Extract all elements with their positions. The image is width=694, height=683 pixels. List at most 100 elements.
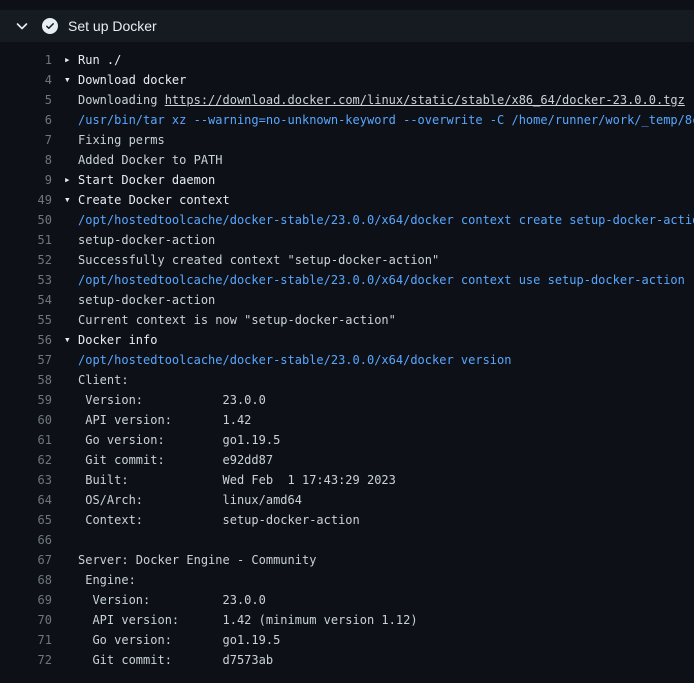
- arrow-slot: [64, 450, 78, 470]
- log-line[interactable]: 49▾Create Docker context: [0, 190, 694, 210]
- line-number[interactable]: 7: [0, 130, 52, 150]
- log-line: 63 Built: Wed Feb 1 17:43:29 2023: [0, 470, 694, 490]
- line-number[interactable]: 8: [0, 150, 52, 170]
- log-text: /usr/bin/tar xz --warning=no-unknown-key…: [78, 110, 694, 130]
- line-number[interactable]: 49: [0, 190, 52, 210]
- line-number[interactable]: 59: [0, 390, 52, 410]
- line-number[interactable]: 72: [0, 650, 52, 670]
- line-number[interactable]: 54: [0, 290, 52, 310]
- line-number[interactable]: 50: [0, 210, 52, 230]
- log-text: Version: 23.0.0: [78, 390, 266, 410]
- line-number[interactable]: 1: [0, 50, 52, 70]
- line-number[interactable]: 9: [0, 170, 52, 190]
- triangle-down-icon[interactable]: ▾: [64, 70, 78, 90]
- line-number[interactable]: 53: [0, 270, 52, 290]
- log-text: setup-docker-action: [78, 230, 215, 250]
- log-line: 54 setup-docker-action: [0, 290, 694, 310]
- line-number[interactable]: 55: [0, 310, 52, 330]
- line-number[interactable]: 6: [0, 110, 52, 130]
- line-number[interactable]: 4: [0, 70, 52, 90]
- line-number[interactable]: 68: [0, 570, 52, 590]
- log-line: 51 setup-docker-action: [0, 230, 694, 250]
- line-number[interactable]: 71: [0, 630, 52, 650]
- line-number[interactable]: 70: [0, 610, 52, 630]
- log-console[interactable]: 1▸Run ./4▾Download docker5Downloading ht…: [0, 42, 694, 670]
- log-line: 59 Version: 23.0.0: [0, 390, 694, 410]
- line-number[interactable]: 60: [0, 410, 52, 430]
- chevron-down-icon[interactable]: [14, 18, 30, 34]
- log-text: Context: setup-docker-action: [78, 510, 360, 530]
- log-line: 68 Engine:: [0, 570, 694, 590]
- log-text: Fixing perms: [78, 130, 165, 150]
- arrow-slot: [64, 210, 78, 230]
- line-number[interactable]: 56: [0, 330, 52, 350]
- line-number[interactable]: 65: [0, 510, 52, 530]
- step-header[interactable]: Set up Docker: [0, 10, 694, 42]
- arrow-slot: [64, 530, 78, 550]
- log-line: 55Current context is now "setup-docker-a…: [0, 310, 694, 330]
- arrow-slot: [64, 390, 78, 410]
- log-line[interactable]: 56 ▾Docker info: [0, 330, 694, 350]
- triangle-down-icon[interactable]: ▾: [64, 330, 78, 350]
- arrow-slot: [64, 230, 78, 250]
- arrow-slot: [64, 310, 78, 330]
- log-text: /opt/hostedtoolcache/docker-stable/23.0.…: [78, 210, 694, 230]
- line-number[interactable]: 58: [0, 370, 52, 390]
- triangle-down-icon[interactable]: ▾: [64, 190, 78, 210]
- check-circle-icon: [42, 18, 58, 34]
- log-line: 8 Added Docker to PATH: [0, 150, 694, 170]
- triangle-right-icon[interactable]: ▸: [64, 50, 78, 70]
- arrow-slot: [64, 270, 78, 290]
- line-number[interactable]: 64: [0, 490, 52, 510]
- log-line: 52Successfully created context "setup-do…: [0, 250, 694, 270]
- line-number[interactable]: 69: [0, 590, 52, 610]
- log-line: 64 OS/Arch: linux/amd64: [0, 490, 694, 510]
- log-text: API version: 1.42: [78, 410, 251, 430]
- arrow-slot: [64, 490, 78, 510]
- line-number[interactable]: 5: [0, 90, 52, 110]
- log-line: 65 Context: setup-docker-action: [0, 510, 694, 530]
- log-text: Server: Docker Engine - Community: [78, 550, 316, 570]
- log-line: 5Downloading https://download.docker.com…: [0, 90, 694, 110]
- log-text: Added Docker to PATH: [78, 150, 223, 170]
- arrow-slot: [64, 570, 78, 590]
- arrow-slot: [64, 90, 78, 110]
- log-text: Docker info: [78, 330, 157, 350]
- arrow-slot: [64, 650, 78, 670]
- arrow-slot: [64, 370, 78, 390]
- line-number[interactable]: 57: [0, 350, 52, 370]
- line-number[interactable]: 52: [0, 250, 52, 270]
- arrow-slot: [64, 110, 78, 130]
- log-line: 61 Go version: go1.19.5: [0, 430, 694, 450]
- log-line[interactable]: 4 ▾Download docker: [0, 70, 694, 90]
- log-text: OS/Arch: linux/amd64: [78, 490, 302, 510]
- log-line: 71 Go version: go1.19.5: [0, 630, 694, 650]
- log-line: 6/usr/bin/tar xz --warning=no-unknown-ke…: [0, 110, 694, 130]
- log-line: 50/opt/hostedtoolcache/docker-stable/23.…: [0, 210, 694, 230]
- log-text: setup-docker-action: [78, 290, 215, 310]
- triangle-right-icon[interactable]: ▸: [64, 170, 78, 190]
- arrow-slot: [64, 630, 78, 650]
- log-line[interactable]: 9▸Start Docker daemon: [0, 170, 694, 190]
- arrow-slot: [64, 350, 78, 370]
- log-line: 62 Git commit: e92dd87: [0, 450, 694, 470]
- arrow-slot: [64, 590, 78, 610]
- line-number[interactable]: 67: [0, 550, 52, 570]
- line-number[interactable]: 66: [0, 530, 52, 550]
- log-line: 53/opt/hostedtoolcache/docker-stable/23.…: [0, 270, 694, 290]
- log-text: Built: Wed Feb 1 17:43:29 2023: [78, 470, 396, 490]
- arrow-slot: [64, 550, 78, 570]
- arrow-slot: [64, 430, 78, 450]
- log-text: Engine:: [78, 570, 136, 590]
- log-link[interactable]: https://download.docker.com/linux/static…: [165, 93, 685, 107]
- line-number[interactable]: 61: [0, 430, 52, 450]
- line-number[interactable]: 62: [0, 450, 52, 470]
- line-number[interactable]: 63: [0, 470, 52, 490]
- log-text: /opt/hostedtoolcache/docker-stable/23.0.…: [78, 270, 685, 290]
- log-line[interactable]: 1 ▸Run ./: [0, 50, 694, 70]
- step-title: Set up Docker: [68, 18, 157, 34]
- log-text: Download docker: [78, 70, 186, 90]
- line-number[interactable]: 51: [0, 230, 52, 250]
- arrow-slot: [64, 250, 78, 270]
- log-text: Run ./: [78, 50, 121, 70]
